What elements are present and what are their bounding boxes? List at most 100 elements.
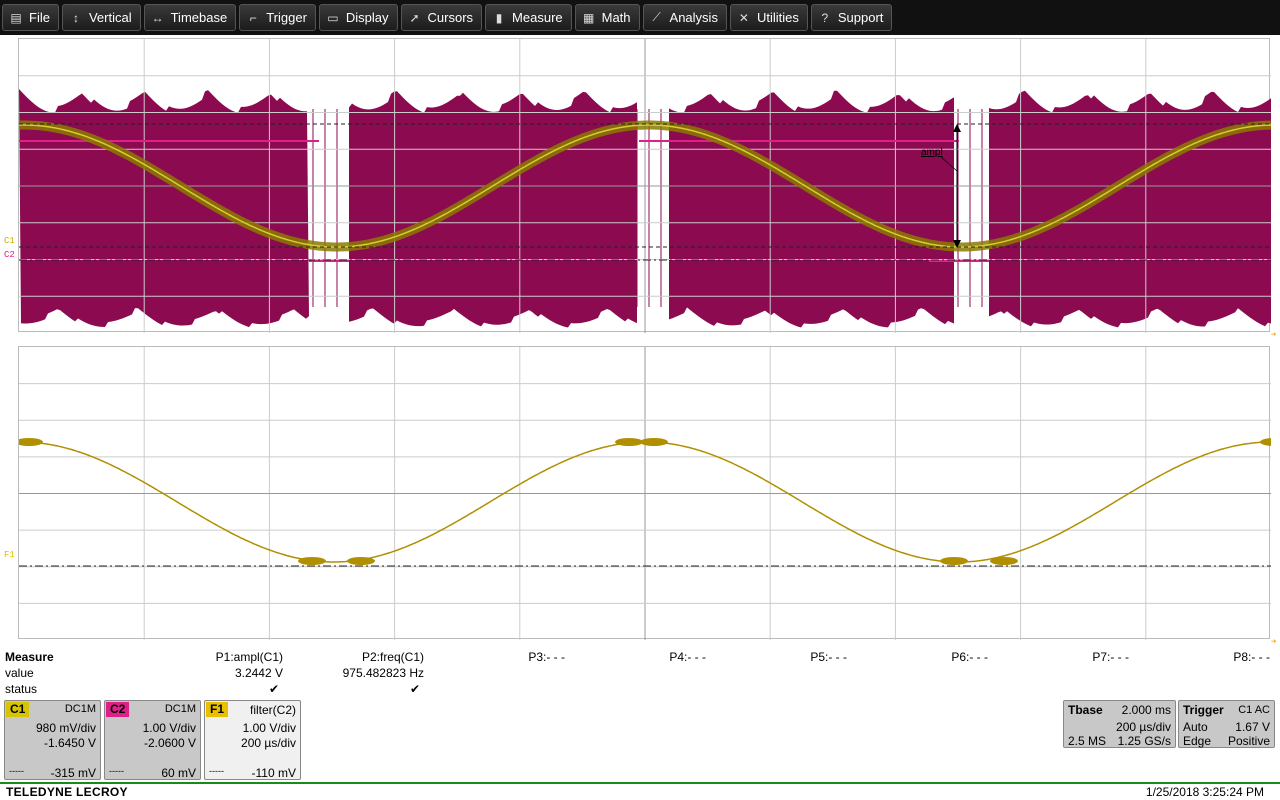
top-grid-c1-c2[interactable]: ampl [18,38,1271,333]
timebase-tdiv: 200 µs/div [1116,720,1171,734]
calculator-icon: ▦ [582,10,595,25]
f1-burst-blob [640,438,668,446]
f1-bottom-right: -110 mV [251,766,296,780]
display-icon: ▭ [327,10,339,25]
c2-vdiv: 1.00 V/div [142,721,196,735]
menu-bar: ▤ File ↕ Vertical ↔ Timebase ⌐ Trigger ▭ Display ➚… [0,0,1280,35]
value-row-label: value [5,666,34,680]
menu-measure-button[interactable]: ▮ Measure [485,4,572,31]
trigger-descriptor[interactable]: Trigger C1 AC Auto 1.67 V Edge Positive [1178,700,1275,748]
c1-ground-marker[interactable]: C1 [4,236,15,246]
c1-descriptor[interactable]: C1 DC1M 980 mV/div -1.6450 V ----- -315 … [4,700,101,780]
p1-status: ✔ [268,682,279,696]
horizontal-arrows-icon: ↔ [151,10,164,25]
menu-trigger-button[interactable]: ⌐ Trigger [239,4,316,31]
timebase-descriptor[interactable]: Tbase 2.000 ms 200 µs/div 2.5 MS 1.25 GS… [1063,700,1176,748]
timebase-rate: 1.25 GS/s [1117,734,1171,748]
p3-name[interactable]: P3:- - - [528,650,565,664]
c2-burst-envelope [349,91,637,328]
menu-analysis-button[interactable]: ⟋ Analysis [642,4,727,31]
trigger-slope: Positive [1227,734,1270,748]
menu-vertical-button[interactable]: ↕ Vertical [61,4,141,31]
c2-bottom-left: ----- [109,766,124,776]
c2-bottom-right: 60 mV [161,766,196,780]
top-trigger-level-arrow: ➔ [1271,330,1277,340]
c1-vdiv: 980 mV/div [35,721,96,735]
p2-name[interactable]: P2:freq(C1) [362,650,424,664]
menu-label: Utilities [756,10,799,25]
top-waveform-display: ampl [19,39,1271,333]
c2-tag: C2 [106,702,130,717]
c1-tag: C1 [6,702,30,717]
p1-value: 3.2442 V [234,666,283,680]
menu-label: Trigger [266,10,307,25]
measure-icon: ▮ [495,10,503,25]
descriptor-bar: C1 DC1M 980 mV/div -1.6450 V ----- -315 … [0,698,1280,782]
datetime: 1/25/2018 3:25:24 PM [1145,785,1264,799]
status-row-label: status [5,682,38,696]
menu-file-button[interactable]: ▤ File [2,4,59,31]
vertical-arrows-icon: ↕ [72,10,79,25]
f1-burst-blob [615,438,643,446]
cursor-icon: ➚ [409,10,420,25]
p2-status: ✔ [409,682,420,696]
c1-bottom-left: ----- [9,766,24,776]
f1-vdiv: 1.00 V/div [242,721,296,735]
p6-name[interactable]: P6:- - - [951,650,988,664]
file-icon: ▤ [10,10,22,25]
c2-offset: -2.0600 V [143,736,196,750]
f1-burst-blob [990,557,1018,565]
trigger-icon: ⌐ [249,10,257,25]
timebase-value: 2.000 ms [1121,703,1171,717]
c2-burst-envelope [989,90,1271,328]
menu-label: Support [837,10,884,25]
bottom-trigger-level-arrow: ➔ [1271,637,1277,647]
trigger-source: C1 AC [1238,704,1270,716]
p1-name[interactable]: P1:ampl(C1) [216,650,283,664]
menu-display-button[interactable]: ▭ Display [318,4,398,31]
ampl-cursor-label: ampl [921,147,943,158]
menu-label: Display [345,10,389,25]
menu-utilities-button[interactable]: ✕ Utilities [729,4,808,31]
f1-bottom-left: ----- [209,766,224,776]
menu-support-button[interactable]: ? Support [810,4,893,31]
f1-descriptor[interactable]: F1 filter(C2) 1.00 V/div 200 µs/div ----… [204,700,301,780]
trigger-type: Edge [1183,734,1212,748]
p4-name[interactable]: P4:- - - [669,650,706,664]
timebase-samples: 2.5 MS [1068,734,1107,748]
trigger-title: Trigger [1183,703,1224,717]
c2-burst-envelope [669,90,954,328]
menu-label: Analysis [669,10,718,25]
menu-label: File [29,10,50,25]
c1-offset: -1.6450 V [43,736,96,750]
menu-math-button[interactable]: ▦ Math [574,4,640,31]
bottom-waveform-display [19,347,1271,640]
p7-name[interactable]: P7:- - - [1092,650,1129,664]
trigger-level: 1.67 V [1235,720,1270,734]
menu-label: Cursors [427,10,474,25]
tools-icon: ✕ [738,10,749,25]
c1-coupling: DC1M [64,703,96,715]
p5-name[interactable]: P5:- - - [810,650,847,664]
c1-bottom-right: -315 mV [50,766,96,780]
c2-burst-envelope [19,89,309,328]
p8-name[interactable]: P8:- - - [1233,650,1270,664]
f1-ground-marker[interactable]: F1 [4,550,15,560]
menu-cursors-button[interactable]: ➚ Cursors [400,4,483,31]
menu-label: Math [601,10,631,25]
measure-table[interactable]: Measure P1:ampl(C1) P2:freq(C1) P3:- - - P4… [0,650,1280,698]
bottom-grid-f1[interactable] [18,346,1271,640]
analysis-chart-icon: ⟋ [652,10,661,24]
c2-coupling: DC1M [164,703,196,715]
f1-tag: F1 [206,702,229,717]
trigger-mode: Auto [1183,720,1208,734]
brand-logo: TELEDYNE LECROY [6,785,128,799]
f1-tdiv: 200 µs/div [241,736,296,750]
c2-descriptor[interactable]: C2 DC1M 1.00 V/div -2.0600 V ----- 60 mV [104,700,201,780]
status-footer: TELEDYNE LECROY 1/25/2018 3:25:24 PM [0,782,1280,800]
help-icon: ? [821,10,829,25]
p2-value: 975.482823 Hz [342,666,424,680]
timebase-title: Tbase [1068,703,1103,717]
c2-ground-marker[interactable]: C2 [4,250,15,260]
menu-timebase-button[interactable]: ↔ Timebase [143,4,237,31]
